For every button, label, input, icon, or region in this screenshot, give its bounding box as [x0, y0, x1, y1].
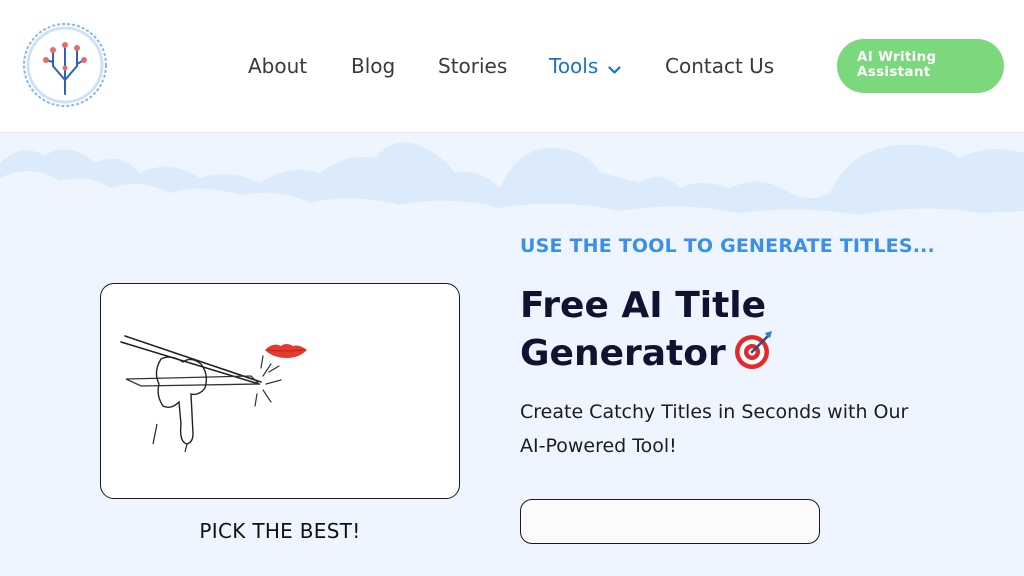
ai-writing-assistant-button[interactable]: AI Writing Assistant — [837, 39, 1004, 93]
neural-tree-logo-icon — [23, 23, 107, 107]
subtitle: Create Catchy Titles in Seconds with Our… — [520, 401, 909, 457]
page-title: Free AI Title Generator — [520, 283, 940, 383]
nav-contact-us[interactable]: Contact Us — [665, 52, 774, 80]
nav-stories[interactable]: Stories — [438, 52, 507, 80]
chevron-down-icon — [608, 54, 621, 82]
eyebrow-text: USE THE TOOL TO GENERATE TITLES... — [520, 235, 935, 257]
page-title-text: Free AI Title Generator — [520, 285, 767, 374]
nav-about[interactable]: About — [248, 52, 307, 80]
hand-holding-chopsticks-lips-illustration — [120, 335, 307, 453]
nav-tools[interactable]: Tools — [549, 52, 621, 82]
hero-section: PICK THE BEST! USE THE TOOL TO GENERATE … — [0, 133, 1024, 576]
target-dart-icon — [732, 329, 776, 383]
illustration-card — [100, 283, 460, 499]
title-topic-input[interactable] — [520, 499, 820, 544]
logo[interactable] — [20, 20, 110, 110]
site-header: About Blog Stories Tools Contact Us AI W… — [0, 0, 1024, 133]
nav-tools-label: Tools — [549, 54, 599, 78]
card-caption: PICK THE BEST! — [199, 519, 361, 543]
nav-blog[interactable]: Blog — [351, 52, 395, 80]
